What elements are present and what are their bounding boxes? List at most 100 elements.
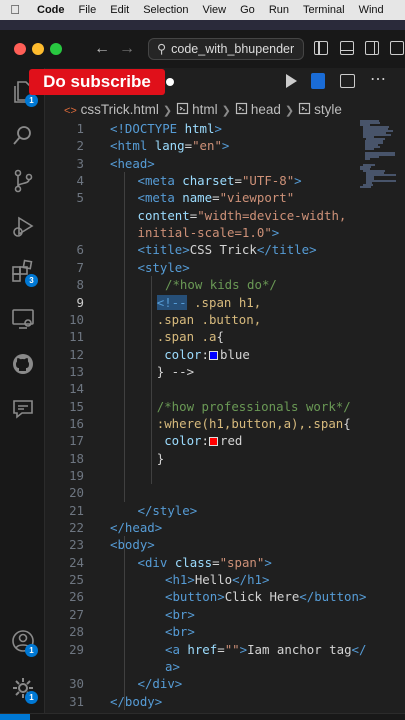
code-token: > [214,121,222,136]
breadcrumb-head[interactable]: head [251,102,281,117]
code-line[interactable]: a> [46,658,405,675]
code-line[interactable]: 17 color: red [46,432,405,449]
code-line[interactable]: 12 color: blue [46,346,405,363]
code-line[interactable]: 14 [46,380,405,397]
code-line[interactable]: 15 /*how professionals work*/ [46,398,405,415]
menu-terminal[interactable]: Terminal [296,0,352,20]
close-window-button[interactable] [14,43,26,55]
search-icon: ⚲ [157,42,167,56]
preview-icon[interactable] [311,73,325,89]
code-line[interactable]: 20 [46,484,405,501]
code-line[interactable]: 28 <br> [46,623,405,640]
code-line[interactable]: 8 /*how kids do*/ [46,276,405,293]
code-token: "width=device-width, [197,207,347,223]
code-line[interactable]: 5 <meta name="viewport" [46,189,405,206]
remote-indicator[interactable] [0,714,30,720]
code-text: color: blue [157,346,250,363]
code-line[interactable]: 23 <body> [46,536,405,553]
github-icon[interactable] [10,351,36,377]
breadcrumb-html[interactable]: html [192,102,218,117]
code-line[interactable]: 16:where(h1,button,a),.span{ [46,415,405,432]
code-token: "viewport" [219,190,295,206]
element-icon [176,101,189,115]
minimize-window-button[interactable] [32,43,44,55]
menu-selection[interactable]: Selection [136,0,195,20]
menu-app-name[interactable]: Code [30,0,72,20]
code-line[interactable]: 6 <title>CSS Trick</title> [46,241,405,258]
menu-go[interactable]: Go [233,0,262,20]
toggle-sidebar-icon[interactable] [314,41,328,55]
customize-layout-icon[interactable] [390,41,404,55]
code-line[interactable]: 3 <head> [46,155,405,172]
code-line[interactable]: initial-scale=1.0"> [46,224,405,241]
code-token: class [174,554,213,570]
arrow-right-icon[interactable]: → [119,39,135,59]
code-line[interactable]: 25 <h1>Hello</h1> [46,571,405,588]
code-line[interactable]: 29 <a href="">Iam anchor tag</ [46,641,405,658]
code-line[interactable]: 2 <html lang="en"> [46,137,405,154]
code-line[interactable]: content="width=device-width, [46,207,405,224]
code-line[interactable]: 31 </body> [46,693,405,710]
toggle-panel-icon[interactable] [340,41,354,55]
manage-badge: 1 [25,691,38,704]
code-text: <button>Click Here</button> [165,588,366,605]
code-line[interactable]: 30 </div> [46,675,405,692]
command-center-search[interactable]: ⚲ code_with_bhupender [148,38,304,60]
minimap[interactable] [358,120,398,190]
run-debug-icon[interactable] [10,213,36,239]
menu-view[interactable]: View [195,0,233,20]
code-line[interactable]: 19 [46,467,405,484]
breadcrumb-file[interactable]: cssTrick.html [81,102,159,117]
gear-icon[interactable]: 1 [10,675,38,704]
menu-edit[interactable]: Edit [103,0,136,20]
line-number: 17 [69,433,84,449]
code-text: .span .a{ [157,328,224,345]
code-line[interactable]: 7 <style> [46,259,405,276]
code-text: <!DOCTYPE html> [110,120,222,137]
code-line[interactable]: 22 </head> [46,519,405,536]
code-token: a> [165,658,180,674]
code-token: = [217,641,225,657]
extensions-icon[interactable]: 3 [10,258,38,287]
code-line[interactable]: 10 .span .button, [46,311,405,328]
code-line[interactable]: 21 </style> [46,502,405,519]
toggle-secondary-sidebar-icon[interactable] [365,41,379,55]
code-line[interactable]: 1 <!DOCTYPE html> [46,120,405,137]
line-number: 30 [69,676,84,692]
split-editor-icon[interactable] [340,74,355,88]
remote-explorer-icon[interactable] [10,306,36,332]
menu-file[interactable]: File [72,0,104,20]
code-line[interactable]: 18} [46,450,405,467]
arrow-left-icon[interactable]: ← [94,39,110,59]
code-line[interactable]: 24 <div class="span"> [46,554,405,571]
code-token: html [184,121,215,136]
search-icon[interactable] [10,123,36,149]
code-token: <title> [137,242,190,258]
code-token: } [156,450,165,466]
code-line[interactable]: 4 <meta charset="UTF-8"> [46,172,405,189]
account-icon[interactable]: 1 [10,628,38,657]
chat-icon[interactable] [10,396,36,422]
source-control-icon[interactable] [10,168,36,194]
breadcrumb-style[interactable]: style [314,102,342,117]
code-token: --> [171,363,195,379]
line-number: 2 [76,138,84,154]
code-line[interactable]: 26 <button>Click Here</button> [46,588,405,605]
menu-run[interactable]: Run [262,0,296,20]
code-line[interactable]: 13} --> [46,363,405,380]
code-editor[interactable]: 1 <!DOCTYPE html> 2 <html lang="en"> 3 <head>… [46,120,405,713]
zoom-window-button[interactable] [50,43,62,55]
extensions-badge: 3 [25,274,38,287]
apple-icon[interactable]:  [0,0,30,20]
line-number: 22 [69,520,84,536]
code-line[interactable]: 27 <br> [46,606,405,623]
code-line[interactable]: 9 <!-- .span h1, [46,294,405,311]
menu-window[interactable]: Wind [352,0,391,20]
more-actions-icon[interactable]: ⋯ [370,72,386,88]
code-line[interactable]: 11 .span .a{ [46,328,405,345]
title-bar: ← → ⚲ code_with_bhupender [0,30,405,68]
run-icon[interactable] [286,74,297,88]
code-token: } [156,363,172,379]
code-token: .span h1, [194,294,262,310]
